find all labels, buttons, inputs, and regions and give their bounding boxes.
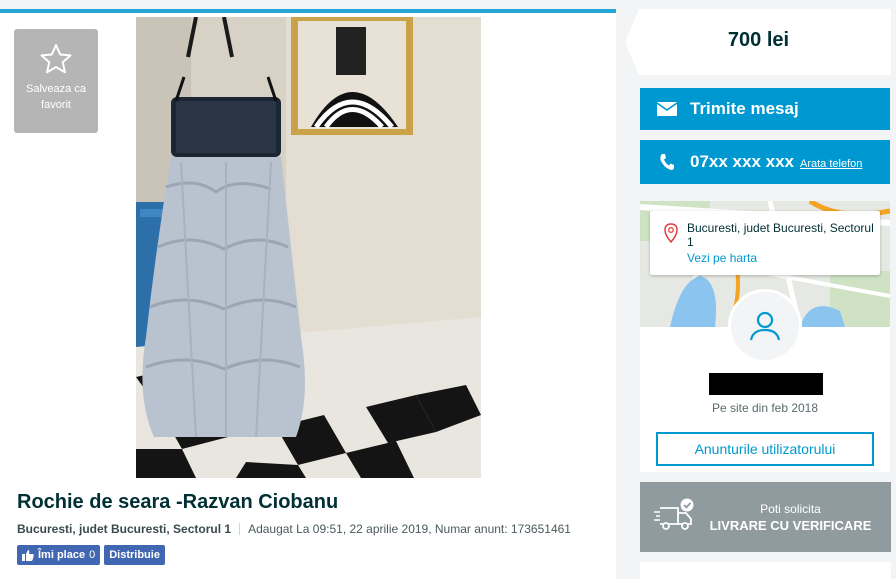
listing-card: Salveaza ca favorit Rochie de seara -Raz…	[0, 9, 616, 579]
delivery-line-1: Poti solicita	[760, 502, 821, 516]
member-since: Pe site din feb 2018	[711, 401, 819, 415]
listing-meta: Bucuresti, judet Bucuresti, Sectorul 1 Ad…	[17, 522, 571, 536]
phone-icon	[656, 152, 678, 172]
map-pin-icon	[664, 223, 678, 243]
facebook-share-button[interactable]: Distribuie	[104, 545, 165, 565]
save-favorite-label: Salveaza ca favorit	[26, 83, 86, 111]
show-phone-link[interactable]: Arata telefon	[800, 158, 862, 170]
listing-location: Bucuresti, judet Bucuresti, Sectorul 1	[17, 522, 232, 536]
delivery-truck-icon	[654, 498, 694, 530]
like-count: 0	[89, 549, 96, 561]
envelope-icon	[656, 99, 678, 119]
facebook-like-button[interactable]: Îmi place 0	[17, 545, 101, 565]
seller-name-redacted	[709, 373, 823, 395]
star-outline-icon	[40, 44, 72, 74]
seller-card: Bucuresti, judet Bucuresti, Sectorul 1 V…	[640, 201, 890, 472]
delivery-verification-banner[interactable]: Poti solicita LIVRARE CU VERIFICARE	[640, 482, 891, 552]
location-popup: Bucuresti, judet Bucuresti, Sectorul 1 V…	[650, 211, 880, 275]
avatar	[728, 289, 802, 363]
view-on-map-link[interactable]: Vezi pe harta	[687, 251, 757, 265]
meta-divider	[239, 523, 241, 535]
next-sidebar-card	[640, 562, 891, 579]
phone-number: 07xx xxx xxx	[690, 152, 794, 171]
listing-added-info: Adaugat La 09:51, 22 aprilie 2019, Numar…	[248, 522, 571, 536]
social-buttons: Îmi place 0 Distribuie	[17, 545, 165, 565]
listing-photo[interactable]	[136, 17, 481, 478]
listing-price: 700 lei	[727, 29, 790, 51]
like-label: Îmi place	[38, 549, 86, 561]
save-favorite-button[interactable]: Salveaza ca favorit	[14, 29, 98, 133]
share-label: Distribuie	[109, 549, 160, 561]
user-ads-button[interactable]: Anunturile utilizatorului	[656, 432, 874, 466]
map-address: Bucuresti, judet Bucuresti, Sectorul 1	[687, 221, 874, 249]
show-phone-button[interactable]: 07xx xxx xxx Arata telefon	[640, 140, 890, 184]
price-box: 700 lei	[625, 9, 891, 75]
thumbs-up-icon	[22, 550, 34, 561]
user-avatar-icon	[749, 311, 781, 341]
dress-photo-illustration	[136, 17, 481, 478]
delivery-line-2: LIVRARE CU VERIFICARE	[709, 518, 872, 533]
listing-title: Rochie de seara -Razvan Ciobanu	[17, 491, 339, 513]
send-message-button[interactable]: Trimite mesaj	[640, 88, 890, 130]
send-message-label: Trimite mesaj	[690, 99, 799, 118]
